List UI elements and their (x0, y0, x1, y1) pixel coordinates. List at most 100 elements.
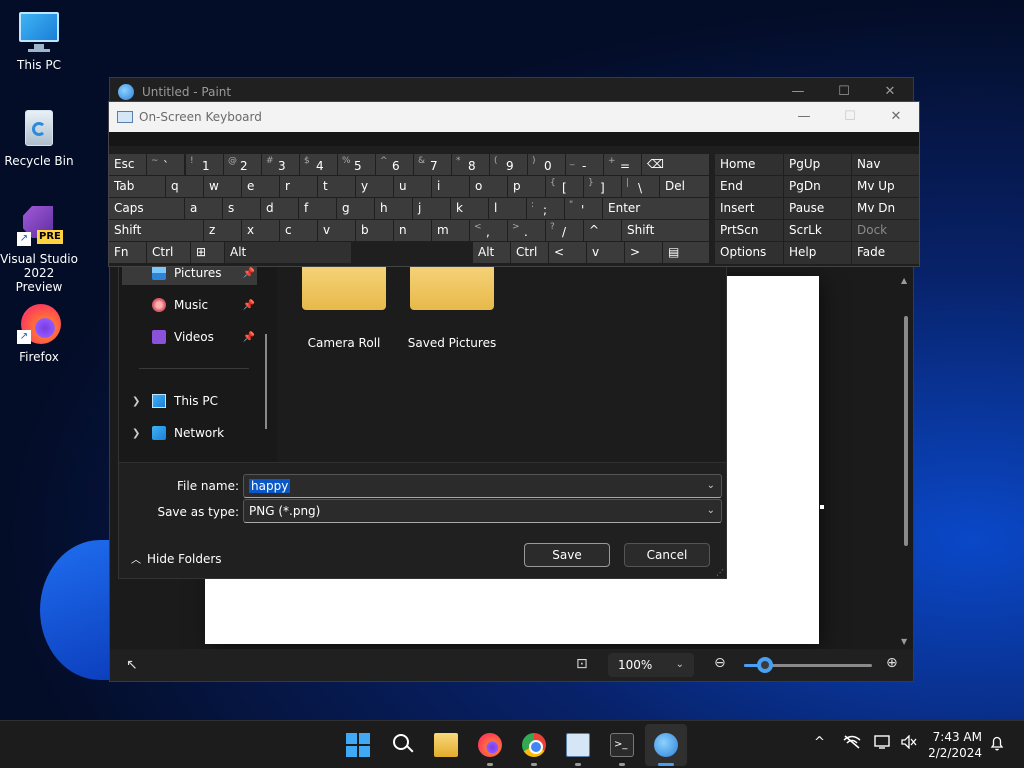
key-home[interactable]: Home (715, 154, 783, 175)
key-[interactable]: >. (508, 220, 545, 241)
chevron-right-icon[interactable]: ❯ (132, 428, 140, 439)
key-Del[interactable]: Del (660, 176, 709, 197)
key-[interactable]: ⊞ (191, 242, 224, 263)
key-end[interactable]: End (715, 176, 783, 197)
osk-titlebar[interactable]: On-Screen Keyboard — ☐ ✕ (109, 102, 919, 132)
vertical-scrollbar[interactable]: ▲ ▼ (901, 276, 909, 646)
key-Caps[interactable]: Caps (109, 198, 184, 219)
key-p[interactable]: p (508, 176, 545, 197)
key-[interactable]: < (549, 242, 586, 263)
zoom-select[interactable]: 100% ⌄ (608, 653, 694, 677)
key-[interactable]: }] (584, 176, 621, 197)
key-n[interactable]: n (394, 220, 431, 241)
key-options[interactable]: Options (715, 242, 783, 264)
firefox-icon[interactable] (478, 733, 502, 757)
key-b[interactable]: b (356, 220, 393, 241)
key-7[interactable]: & 7 (414, 154, 451, 175)
key-j[interactable]: j (413, 198, 450, 219)
key-y[interactable]: y (356, 176, 393, 197)
on-screen-keyboard-icon[interactable] (566, 733, 590, 757)
chevron-right-icon[interactable]: ❯ (132, 396, 140, 407)
scroll-down-icon[interactable]: ▼ (901, 637, 907, 646)
scroll-up-icon[interactable]: ▲ (901, 276, 907, 285)
key-mv-up[interactable]: Mv Up (852, 176, 919, 197)
key-help[interactable]: Help (784, 242, 851, 264)
key-u[interactable]: u (394, 176, 431, 197)
desktop-icon-firefox[interactable]: ↗ Firefox (0, 302, 78, 364)
key-4[interactable]: $4 (300, 154, 337, 175)
pin-icon[interactable]: 📌 (243, 268, 255, 279)
key-[interactable]: {[ (546, 176, 583, 197)
search-icon[interactable] (391, 733, 415, 757)
start-icon[interactable] (346, 733, 370, 757)
canvas-resize-handle[interactable] (820, 505, 824, 509)
key-l[interactable]: l (489, 198, 526, 219)
hide-folders-toggle[interactable]: ︿ Hide Folders (131, 551, 222, 566)
key-e[interactable]: e (242, 176, 279, 197)
key-[interactable]: _ - (566, 154, 603, 175)
key-mv-dn[interactable]: Mv Dn (852, 198, 919, 219)
nav-scrollbar[interactable] (265, 334, 267, 429)
key-f[interactable]: f (299, 198, 336, 219)
key-[interactable]: <, (470, 220, 507, 241)
key-o[interactable]: o (470, 176, 507, 197)
minimize-button[interactable]: — (781, 102, 827, 132)
file-name-field[interactable]: happy ⌄ (243, 474, 722, 498)
key-z[interactable]: z (204, 220, 241, 241)
paint-icon[interactable] (654, 733, 678, 757)
key-w[interactable]: w (204, 176, 241, 197)
clock[interactable]: 7:43 AM 2/2/2024 (928, 729, 982, 761)
scroll-thumb[interactable] (904, 316, 908, 546)
key-1[interactable]: ! 1 (186, 154, 223, 175)
key-d[interactable]: d (261, 198, 298, 219)
desktop-icon-recycle-bin[interactable]: Recycle Bin (0, 106, 78, 168)
key-[interactable]: | \ (622, 176, 659, 197)
key-r[interactable]: r (280, 176, 317, 197)
key-Shift[interactable]: Shift (622, 220, 709, 241)
key-Esc[interactable]: Esc (109, 154, 146, 175)
desktop-icon-this-pc[interactable]: This PC (0, 10, 78, 72)
volume-muted-icon[interactable] (901, 734, 917, 753)
pin-icon[interactable]: 📌 (243, 300, 255, 311)
key-prtscn[interactable]: PrtScn (715, 220, 783, 241)
key-Alt[interactable]: Alt (225, 242, 351, 263)
key-pgup[interactable]: PgUp (784, 154, 851, 175)
key-Fn[interactable]: Fn (109, 242, 146, 263)
key-[interactable]: ^ (584, 220, 621, 241)
key-[interactable]: " ' (565, 198, 602, 219)
key-[interactable]: ~ ` (147, 154, 184, 175)
key-scrlk[interactable]: ScrLk (784, 220, 851, 241)
cancel-button[interactable]: Cancel (624, 543, 710, 567)
terminal-icon[interactable]: >_ (610, 733, 634, 757)
close-button[interactable]: ✕ (873, 102, 919, 132)
display-icon[interactable] (874, 735, 892, 753)
key-[interactable]: :; (527, 198, 564, 219)
nav-item-network[interactable]: ❯ Network (122, 421, 257, 445)
key-[interactable]: ⌫ (642, 154, 709, 175)
zoom-in-icon[interactable]: ⊕ (886, 655, 898, 671)
key-Shift[interactable]: Shift (109, 220, 203, 241)
chevron-down-icon[interactable]: ⌄ (707, 475, 715, 497)
key-q[interactable]: q (166, 176, 203, 197)
nav-item-music[interactable]: Music 📌 (122, 293, 257, 317)
key-[interactable]: ? / (546, 220, 583, 241)
key-[interactable]: > (625, 242, 662, 263)
folder-saved-pictures[interactable]: Saved Pictures (402, 264, 502, 350)
key-pause[interactable]: Pause (784, 198, 851, 219)
key-m[interactable]: m (432, 220, 469, 241)
folder-camera-roll[interactable]: Camera Roll (294, 264, 394, 350)
key-Ctrl[interactable]: Ctrl (511, 242, 548, 263)
key-c[interactable]: c (280, 220, 317, 241)
key-9[interactable]: (9 (490, 154, 527, 175)
key-pgdn[interactable]: PgDn (784, 176, 851, 197)
key-s[interactable]: s (223, 198, 260, 219)
key-Alt[interactable]: Alt (473, 242, 510, 263)
zoom-slider-thumb[interactable] (756, 657, 773, 673)
key-a[interactable]: a (185, 198, 222, 219)
save-as-type-select[interactable]: PNG (*.png) ⌄ (243, 499, 722, 523)
zoom-out-icon[interactable]: ⊖ (714, 655, 726, 671)
key-v[interactable]: v (318, 220, 355, 241)
key-i[interactable]: i (432, 176, 469, 197)
key-g[interactable]: g (337, 198, 374, 219)
key-insert[interactable]: Insert (715, 198, 783, 219)
